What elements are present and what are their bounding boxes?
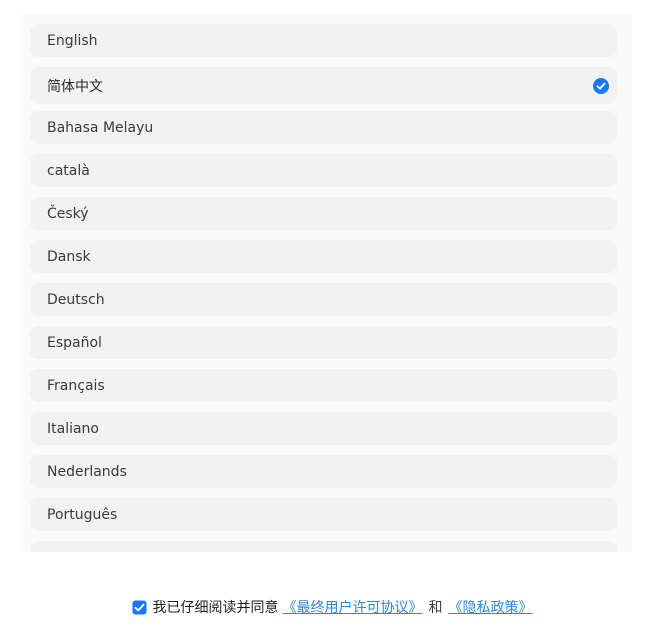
language-label: Português [47, 506, 118, 523]
language-option-catala[interactable]: català [30, 154, 617, 187]
language-option-partial[interactable] [30, 541, 617, 552]
language-label: català [47, 162, 90, 179]
language-label: English [47, 32, 98, 49]
agree-text: 我已仔细阅读并同意 [152, 600, 279, 616]
language-option-francais[interactable]: Français [30, 369, 617, 402]
language-label: Nederlands [47, 463, 127, 480]
check-circle-icon [593, 77, 609, 94]
language-label: Český [47, 205, 89, 222]
language-option-simplified-chinese[interactable]: 简体中文 [30, 67, 617, 104]
language-label: Bahasa Melayu [47, 119, 154, 136]
and-text: 和 [428, 600, 443, 616]
language-option-dansk[interactable]: Dansk [30, 240, 617, 273]
language-option-portugues[interactable]: Português [30, 498, 617, 531]
language-option-italiano[interactable]: Italiano [30, 412, 617, 445]
language-panel: English 简体中文 Bahasa Melayu català Český … [20, 14, 632, 552]
language-label: Italiano [47, 420, 99, 437]
language-label: Deutsch [47, 291, 105, 308]
privacy-policy-link[interactable]: 《隐私政策》 [449, 597, 533, 617]
language-option-nederlands[interactable]: Nederlands [30, 455, 617, 488]
language-option-bahasa-melayu[interactable]: Bahasa Melayu [30, 111, 617, 144]
language-label: Dansk [47, 248, 91, 265]
language-list[interactable]: English 简体中文 Bahasa Melayu català Český … [30, 24, 617, 552]
language-label: Español [47, 334, 102, 351]
language-option-cesky[interactable]: Český [30, 197, 617, 230]
agree-checkbox[interactable] [132, 600, 147, 615]
language-option-deutsch[interactable]: Deutsch [30, 283, 617, 316]
language-label: 简体中文 [47, 78, 103, 95]
agreement-row: 我已仔细阅读并同意 《最终用户许可协议》 和 《隐私政策》 [0, 594, 664, 620]
language-option-english[interactable]: English [30, 24, 617, 57]
language-label: Français [47, 377, 105, 394]
language-option-espanol[interactable]: Español [30, 326, 617, 359]
eula-link[interactable]: 《最终用户许可协议》 [283, 597, 423, 617]
